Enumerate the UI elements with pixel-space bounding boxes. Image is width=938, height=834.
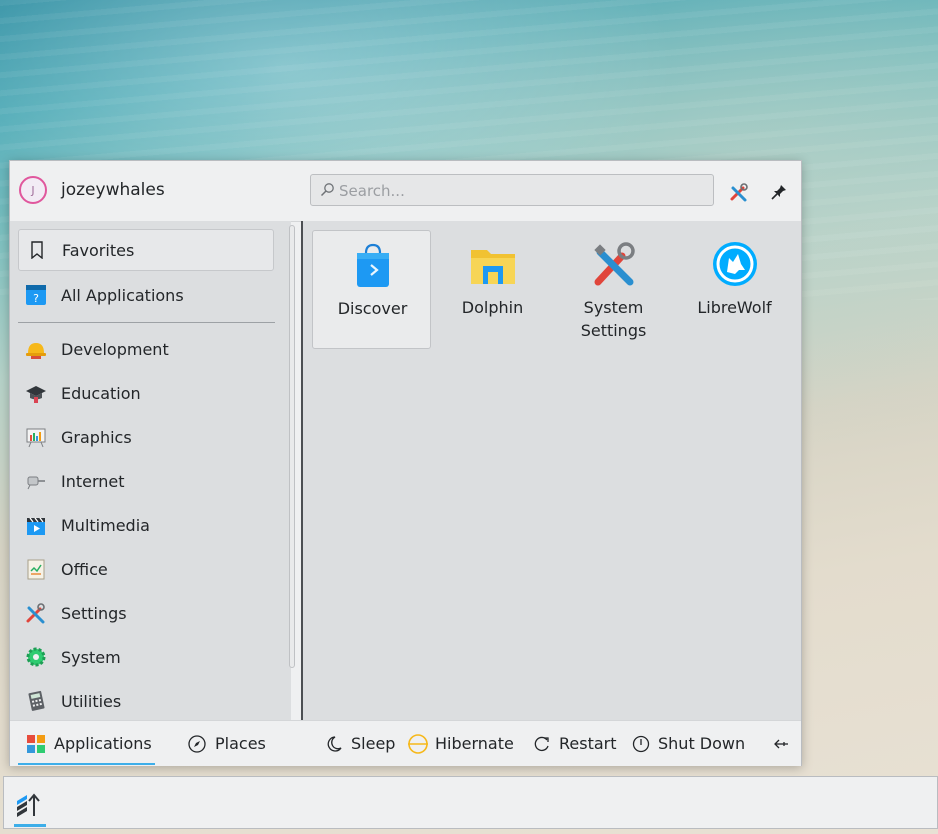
- folder-icon: [471, 250, 515, 284]
- app-label: LibreWolf: [697, 298, 772, 317]
- sidebar-item-label: Office: [61, 559, 108, 579]
- sidebar-scrollbar[interactable]: [289, 225, 295, 668]
- sidebar-item-favorites[interactable]: Favorites: [18, 229, 274, 271]
- sidebar-item-label: Internet: [61, 471, 125, 491]
- favorites-grid: Discover Dolphin System Settings LibreWo…: [303, 221, 801, 720]
- moon-icon: [327, 735, 342, 752]
- bookmark-icon: [26, 239, 48, 261]
- tools-icon: [730, 183, 748, 202]
- sidebar-item-settings[interactable]: Settings: [18, 592, 274, 634]
- pin-button[interactable]: [768, 181, 790, 203]
- sidebar-item-label: Multimedia: [61, 515, 150, 535]
- hibernate-icon: [408, 733, 428, 754]
- app-tile-librewolf[interactable]: LibreWolf: [675, 230, 794, 349]
- avatar-initial: J: [31, 183, 35, 197]
- easel-chart-icon: [25, 426, 47, 448]
- sidebar-item-label: Education: [61, 383, 141, 403]
- search-icon: [320, 183, 334, 197]
- launcher-icon: [17, 793, 40, 817]
- app-tile-dolphin[interactable]: Dolphin: [433, 230, 552, 349]
- hibernate-button[interactable]: Hibernate: [407, 721, 514, 766]
- sidebar-item-system[interactable]: System: [18, 636, 274, 678]
- tools-icon: [594, 242, 635, 286]
- launcher-header: J jozeywhales: [10, 161, 801, 222]
- power-icon: [632, 735, 650, 752]
- sidebar-item-label: Favorites: [62, 240, 135, 260]
- shut-down-button[interactable]: Shut Down: [632, 721, 745, 766]
- sidebar-item-development[interactable]: Development: [18, 328, 274, 370]
- hibernate-label: Hibernate: [435, 734, 514, 753]
- search-input[interactable]: [337, 179, 701, 203]
- svg-text:?: ?: [33, 292, 39, 305]
- app-label: Dolphin: [461, 298, 524, 317]
- username[interactable]: jozeywhales: [61, 180, 165, 200]
- compass-icon: [188, 734, 206, 753]
- launcher-button[interactable]: [10, 785, 46, 827]
- category-sidebar: Favorites ? All Applications Development…: [10, 221, 295, 722]
- sleep-label: Sleep: [351, 734, 396, 753]
- restart-button[interactable]: Restart: [533, 721, 617, 766]
- network-plug-icon: [25, 470, 47, 492]
- shut-down-label: Shut Down: [658, 734, 746, 753]
- avatar[interactable]: J: [19, 176, 47, 204]
- sidebar-item-label: Development: [61, 339, 169, 359]
- sidebar-item-label: System: [61, 647, 121, 667]
- tools-icon: [25, 602, 47, 624]
- app-tile-discover[interactable]: Discover: [312, 230, 431, 349]
- clapperboard-icon: [25, 514, 47, 536]
- sidebar-item-label: Utilities: [61, 691, 122, 711]
- sleep-button[interactable]: Sleep: [325, 721, 395, 766]
- librewolf-icon: [713, 242, 757, 286]
- sidebar-separator: [18, 322, 275, 323]
- tab-label: Applications: [54, 734, 152, 753]
- sidebar-item-all-applications[interactable]: ? All Applications: [18, 274, 274, 316]
- app-label: Discover: [337, 299, 408, 318]
- shopping-bag-icon: [357, 243, 389, 287]
- leave-arrow-icon: [774, 739, 788, 748]
- all-apps-icon: ?: [25, 284, 47, 306]
- sidebar-item-label: All Applications: [61, 285, 184, 305]
- office-document-icon: [25, 558, 47, 580]
- pin-icon: [771, 185, 786, 200]
- sidebar-item-label: Graphics: [61, 427, 132, 447]
- graduation-cap-icon: [25, 382, 47, 404]
- search-box[interactable]: [310, 174, 714, 206]
- sidebar-item-multimedia[interactable]: Multimedia: [18, 504, 274, 546]
- restart-label: Restart: [559, 734, 617, 753]
- tab-label: Places: [215, 734, 266, 753]
- tab-applications[interactable]: Applications: [18, 721, 155, 766]
- app-label: System Settings: [580, 298, 647, 340]
- hard-hat-icon: [25, 338, 47, 360]
- calculator-icon: [25, 690, 47, 712]
- sidebar-item-label: Settings: [61, 603, 127, 623]
- restart-icon: [534, 736, 549, 751]
- sidebar-item-utilities[interactable]: Utilities: [18, 680, 274, 722]
- configure-button[interactable]: [728, 181, 750, 203]
- leave-menu-button[interactable]: [772, 721, 790, 766]
- application-launcher: J jozeywhales Search... Favorites ? All …: [9, 160, 802, 766]
- taskbar: [3, 776, 938, 829]
- sidebar-item-office[interactable]: Office: [18, 548, 274, 590]
- sidebar-item-education[interactable]: Education: [18, 372, 274, 414]
- apps-grid-icon: [27, 734, 45, 753]
- sidebar-item-internet[interactable]: Internet: [18, 460, 274, 502]
- gear-icon: [25, 646, 47, 668]
- launcher-footer: Applications Places Sleep Hibernate Rest…: [10, 720, 801, 766]
- sidebar-item-graphics[interactable]: Graphics: [18, 416, 274, 458]
- tab-places[interactable]: Places: [187, 721, 266, 766]
- app-tile-system-settings[interactable]: System Settings: [554, 230, 673, 349]
